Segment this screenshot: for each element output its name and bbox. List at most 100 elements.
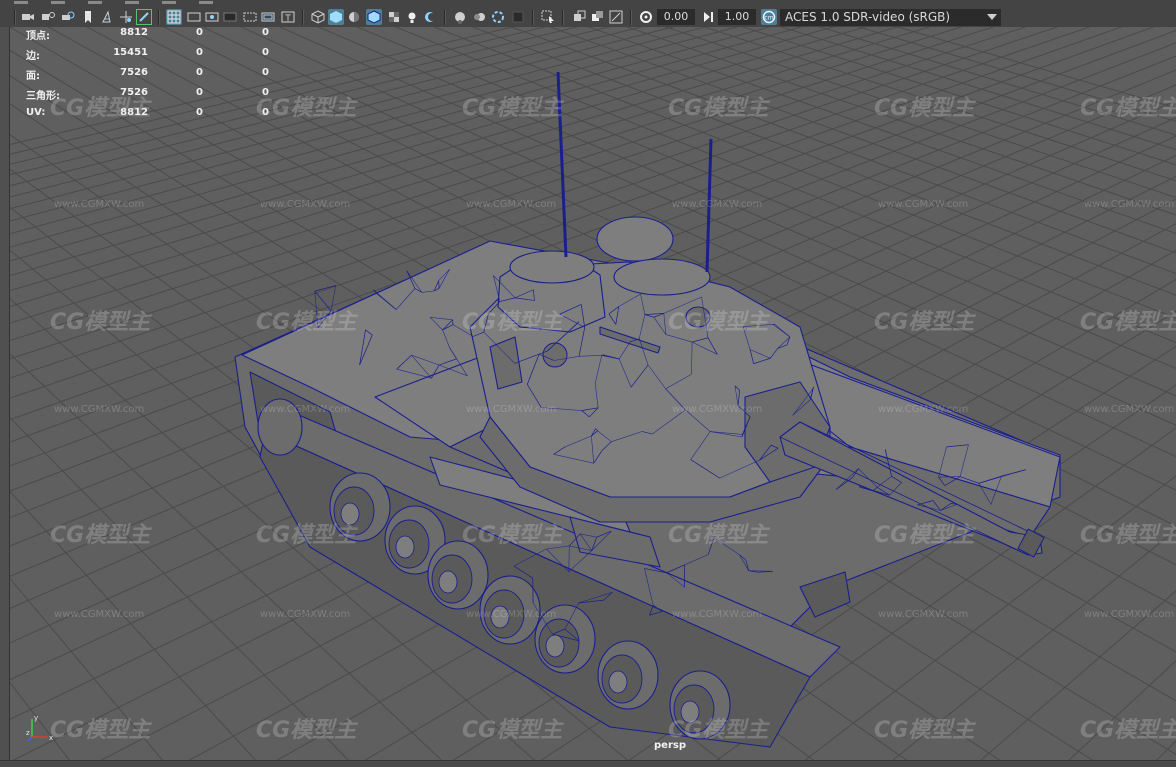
gate-mask-icon[interactable] — [222, 9, 238, 25]
panel-menu-bar — [14, 0, 274, 5]
resolution-gate-icon[interactable] — [204, 9, 220, 25]
svg-text:cm: cm — [764, 15, 773, 22]
gamma-icon[interactable] — [700, 9, 716, 25]
screen-space-ao-icon[interactable] — [452, 9, 468, 25]
grid-toggle-icon[interactable] — [166, 9, 182, 25]
watermark-url: www.CGMXW.com — [54, 199, 144, 210]
watermark-url: www.CGMXW.com — [260, 199, 350, 210]
toolbar-separator — [14, 10, 16, 25]
x-axis-label: x — [49, 734, 53, 742]
hud-value: 7526 — [120, 67, 148, 78]
hud-value: 0 — [262, 27, 269, 38]
grid-line — [10, 577, 163, 760]
grease-pencil-icon[interactable] — [136, 9, 152, 25]
toolbar-separator — [562, 10, 564, 25]
watermark-logo: CG模型主 — [256, 523, 358, 548]
toolbar-separator — [302, 10, 304, 25]
safe-action-icon[interactable] — [260, 9, 276, 25]
mesh-edge — [330, 285, 336, 311]
isolate-select-icon[interactable] — [540, 9, 556, 25]
road-wheel-cap — [340, 502, 360, 526]
bookmark-icon[interactable] — [80, 9, 96, 25]
two-d-pan-zoom-icon[interactable] — [118, 9, 134, 25]
color-space-dropdown[interactable]: ACES 1.0 SDR-video (sRGB) — [780, 9, 1001, 26]
color-management-icon[interactable]: cm — [761, 9, 777, 25]
smoke-launcher — [542, 342, 568, 368]
menu-show[interactable] — [125, 1, 140, 4]
viewport-bottom-border — [0, 760, 1176, 767]
gamma-field[interactable]: 1.00 — [718, 9, 756, 25]
hud-row-edges: 边: 15451 0 0 — [26, 47, 286, 62]
toolbar-separator — [532, 10, 534, 25]
watermark-logo: CG模型主 — [668, 96, 770, 121]
menu-renderer[interactable] — [162, 1, 177, 4]
watermark-url: www.CGMXW.com — [672, 404, 762, 415]
hud-value: 0 — [196, 27, 203, 38]
default-material-icon[interactable] — [346, 9, 362, 25]
grid-line — [10, 681, 70, 760]
watermark-url: www.CGMXW.com — [1084, 609, 1174, 620]
bookmark-camera-icon[interactable] — [60, 9, 76, 25]
xray-icon[interactable] — [572, 9, 588, 25]
watermark-logo: CG模型主 — [668, 523, 770, 548]
anti-aliasing-icon[interactable] — [490, 9, 506, 25]
watermark-logo: CG模型主 — [1080, 310, 1176, 335]
select-camera-icon[interactable] — [20, 9, 36, 25]
hud-value: 0 — [196, 47, 203, 58]
watermark-logo: CG模型主 — [462, 523, 564, 548]
hud-row-faces: 面: 7526 0 0 — [26, 67, 286, 82]
motion-blur-icon[interactable] — [472, 9, 488, 25]
hud-value: 7526 — [120, 87, 148, 98]
mesh-edge — [314, 285, 336, 292]
hud-label: 三角形: — [26, 91, 60, 102]
watermark-url: www.CGMXW.com — [672, 199, 762, 210]
watermark-logo: CG模型主 — [874, 96, 976, 121]
toolbar-separator — [630, 10, 632, 25]
exposure-field[interactable]: 0.00 — [657, 9, 695, 25]
shadows-icon[interactable] — [422, 9, 438, 25]
safe-title-icon[interactable]: T — [280, 9, 296, 25]
menu-panels[interactable] — [199, 1, 214, 4]
wireframe-icon[interactable] — [310, 9, 326, 25]
hud-label: UV: — [26, 107, 46, 118]
z-axis-line — [27, 736, 33, 742]
smooth-shade-icon[interactable] — [328, 9, 344, 25]
image-plane-icon[interactable] — [100, 9, 116, 25]
turret-roof-bump — [613, 258, 711, 296]
field-chart-icon[interactable] — [242, 9, 258, 25]
view-axis-gizmo: y x z — [26, 714, 53, 742]
menu-view[interactable] — [14, 1, 28, 4]
watermark-logo: CG模型主 — [874, 310, 976, 335]
watermark-logo: CG模型主 — [874, 718, 976, 743]
watermark-url: www.CGMXW.com — [466, 199, 556, 210]
toolbar-separator — [158, 10, 160, 25]
exposure-icon[interactable] — [638, 9, 654, 25]
hud-value: 15451 — [113, 47, 148, 58]
xray-joints-icon[interactable] — [590, 9, 606, 25]
watermark-url: www.CGMXW.com — [878, 404, 968, 415]
camera-attributes-icon[interactable] — [40, 9, 56, 25]
hud-value: 0 — [262, 47, 269, 58]
wireframe-on-shaded-icon[interactable] — [366, 9, 382, 25]
menu-shading[interactable] — [51, 1, 66, 4]
viewport-scene: CG模型主 CG模型主 CG模型主 CG模型主 CG模型主 CG模型主 CG模型主 CG模型主… — [10, 27, 1176, 760]
film-gate-icon[interactable] — [186, 9, 202, 25]
3d-viewport[interactable]: CG模型主 CG模型主 CG模型主 CG模型主 CG模型主 CG模型主 CG模型主 CG模型主… — [10, 27, 1176, 760]
z-axis-label: z — [26, 729, 30, 737]
hud-row-vertices: 顶点: 8812 0 0 — [26, 27, 286, 42]
textured-icon[interactable] — [386, 9, 402, 25]
watermark-logo: CG模型主 — [1080, 523, 1176, 548]
chevron-down-icon — [987, 14, 997, 20]
hud-label: 顶点: — [26, 31, 50, 42]
watermark-url: www.CGMXW.com — [1084, 404, 1174, 415]
backface-culling-icon[interactable] — [608, 9, 624, 25]
menu-lighting[interactable] — [88, 1, 103, 4]
depth-of-field-icon[interactable] — [510, 9, 526, 25]
cupola-hatch — [509, 250, 595, 284]
watermark-logo: CG模型主 — [50, 310, 152, 335]
use-all-lights-icon[interactable] — [404, 9, 420, 25]
hud-row-triangles: 三角形: 7526 0 0 — [26, 87, 286, 102]
watermark-logo: CG模型主 — [50, 523, 152, 548]
hud-value: 0 — [196, 87, 203, 98]
hud-value: 8812 — [120, 27, 148, 38]
